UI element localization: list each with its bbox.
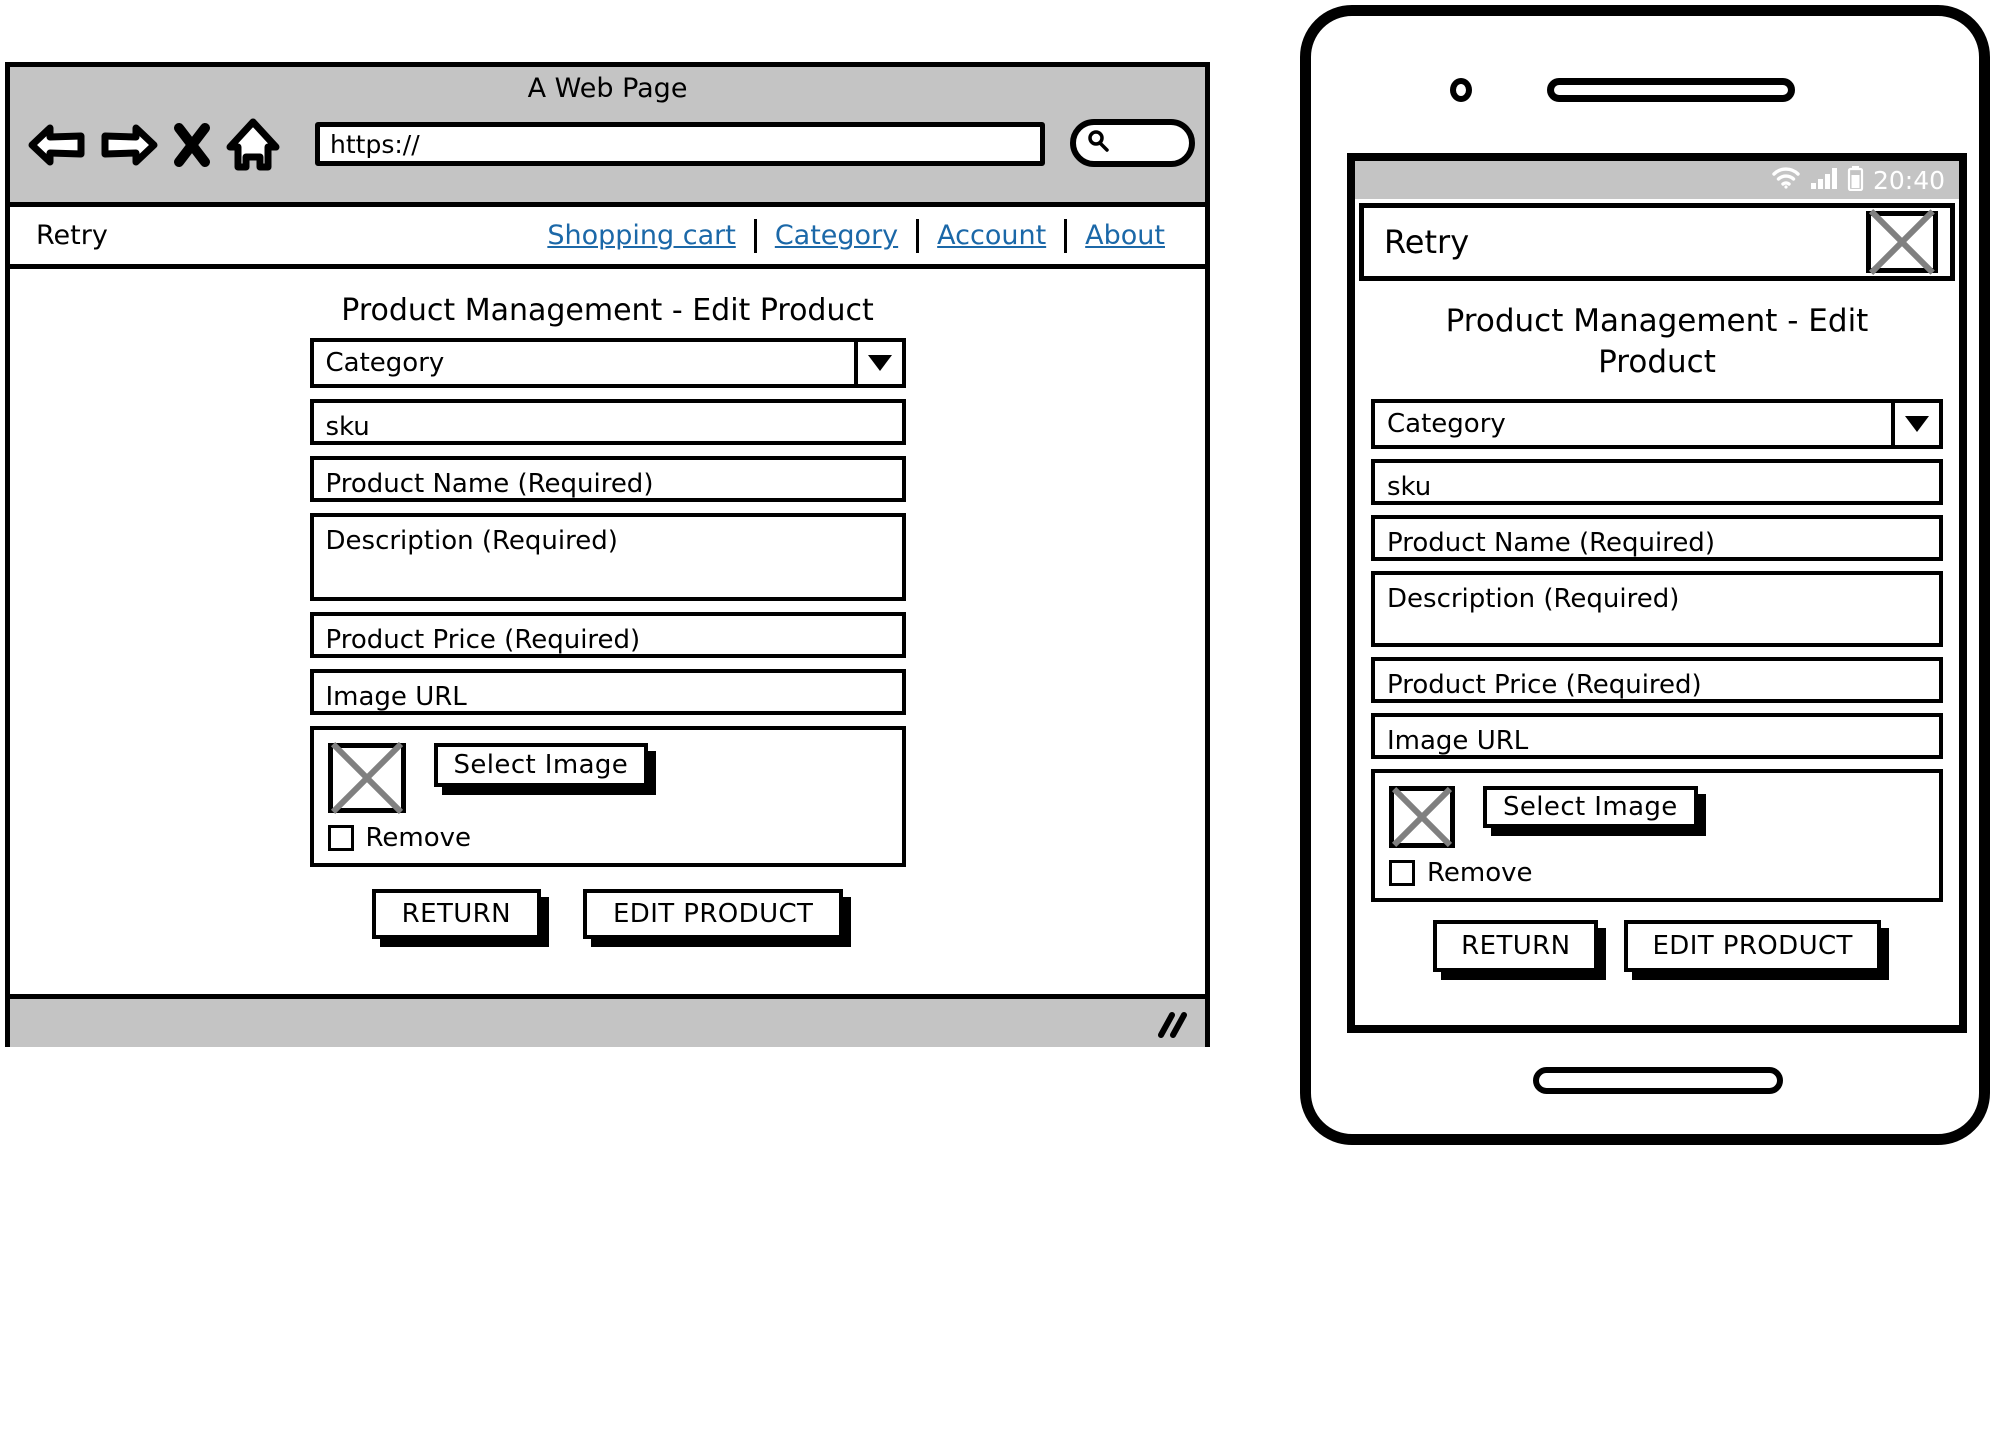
site-nav-links: Shopping cart Category Account About [529, 218, 1183, 253]
product-price-input-placeholder: Product Price (Required) [325, 625, 641, 655]
remove-image-row[interactable]: Remove [1389, 858, 1925, 888]
remove-image-checkbox[interactable] [327, 825, 354, 851]
nav-link-shopping-cart[interactable]: Shopping cart [529, 220, 753, 251]
browser-status-bar [10, 994, 1205, 1047]
product-price-input-placeholder: Product Price (Required) [1387, 669, 1702, 700]
edit-product-button-label: EDIT PRODUCT [612, 899, 814, 929]
close-x-icon[interactable] [172, 119, 212, 175]
product-price-input[interactable]: Product Price (Required) [309, 612, 906, 658]
image-panel-top-row: Select Image [327, 743, 888, 813]
back-arrow-icon[interactable] [28, 119, 86, 175]
product-name-input-placeholder: Product Name (Required) [1387, 527, 1715, 558]
description-textarea[interactable]: Description (Required) [1371, 570, 1943, 647]
remove-image-checkbox[interactable] [1389, 859, 1415, 886]
nav-link-about[interactable]: About [1067, 220, 1183, 251]
return-button[interactable]: RETURN [1433, 919, 1599, 972]
wifi-icon [1771, 166, 1801, 194]
product-price-input[interactable]: Product Price (Required) [1371, 656, 1943, 703]
phone-content: Product Management - Edit Product Catego… [1355, 281, 1959, 972]
category-select[interactable]: Category [309, 338, 906, 388]
phone-clock: 20:40 [1872, 165, 1945, 195]
image-placeholder-icon [327, 743, 406, 813]
form-action-buttons: RETURN EDIT PRODUCT [1371, 919, 1943, 972]
description-textarea[interactable]: Description (Required) [309, 513, 906, 601]
category-select[interactable]: Category [1371, 398, 1943, 449]
category-select-value: Category [314, 342, 858, 384]
image-placeholder-icon [1389, 785, 1455, 848]
home-button-icon[interactable] [1533, 1067, 1783, 1094]
image-panel: Select Image Remove [309, 726, 906, 867]
edit-product-form: Category sku Product Name (Required) Des… [1371, 398, 1943, 972]
sku-input[interactable]: sku [1371, 458, 1943, 505]
sku-input-placeholder: sku [1387, 471, 1432, 502]
select-image-button[interactable]: Select Image [1483, 785, 1698, 828]
page-title: Product Management - Edit Product [341, 293, 874, 328]
camera-dot-icon [1450, 78, 1472, 102]
image-panel: Select Image Remove [1371, 768, 1943, 902]
return-button-label: RETURN [1461, 930, 1571, 961]
form-action-buttons: RETURN EDIT PRODUCT [310, 889, 906, 939]
sku-input[interactable]: sku [309, 399, 906, 445]
browser-chrome: A Web Page https:// [10, 67, 1205, 207]
site-brand[interactable]: Retry [36, 220, 108, 251]
earpiece-speaker-icon [1547, 78, 1795, 102]
address-bar[interactable]: https:// [315, 122, 1045, 166]
chevron-down-icon [1895, 403, 1939, 445]
image-url-input[interactable]: Image URL [309, 669, 906, 715]
select-image-button[interactable]: Select Image [433, 743, 649, 787]
edit-product-form: Category sku Product Name (Required) Des… [309, 338, 906, 939]
browser-nav-controls [28, 117, 280, 177]
image-placeholder-icon[interactable] [1866, 211, 1938, 273]
battery-icon [1847, 165, 1864, 195]
resize-grip-icon[interactable] [1155, 1009, 1189, 1039]
return-button[interactable]: RETURN [371, 889, 541, 939]
page-title: Product Management - Edit Product [1445, 303, 1869, 380]
browser-search-box[interactable] [1070, 119, 1195, 167]
chevron-down-icon [858, 342, 902, 384]
edit-product-button[interactable]: EDIT PRODUCT [1624, 919, 1881, 972]
image-panel-top-row: Select Image [1389, 785, 1925, 848]
description-textarea-placeholder: Description (Required) [1387, 583, 1680, 614]
sku-input-placeholder: sku [325, 412, 370, 442]
return-button-label: RETURN [401, 899, 511, 929]
image-url-input-placeholder: Image URL [325, 682, 467, 712]
image-url-input-placeholder: Image URL [1387, 725, 1529, 756]
remove-image-label: Remove [365, 823, 472, 853]
signal-bars-icon [1810, 166, 1838, 194]
product-name-input[interactable]: Product Name (Required) [1371, 514, 1943, 561]
magnifier-icon [1085, 128, 1111, 158]
phone-device: 20:40 Retry Product Management - Edit Pr… [1300, 5, 1990, 1145]
edit-product-button[interactable]: EDIT PRODUCT [582, 889, 844, 939]
browser-viewport: Retry Shopping cart Category Account Abo… [10, 207, 1205, 1047]
phone-app-bar: Retry [1359, 203, 1955, 281]
browser-window: A Web Page https:// Retry Shopping cart … [5, 62, 1210, 1047]
address-bar-value: https:// [330, 129, 420, 159]
phone-status-bar: 20:40 [1355, 161, 1959, 199]
nav-link-account[interactable]: Account [919, 220, 1064, 251]
select-image-button-label: Select Image [453, 750, 629, 780]
nav-link-category[interactable]: Category [757, 220, 916, 251]
site-navbar: Retry Shopping cart Category Account Abo… [10, 207, 1205, 269]
product-name-input[interactable]: Product Name (Required) [309, 456, 906, 502]
remove-image-row[interactable]: Remove [327, 823, 888, 853]
description-textarea-placeholder: Description (Required) [325, 526, 618, 556]
phone-app-brand[interactable]: Retry [1384, 223, 1469, 261]
edit-product-button-label: EDIT PRODUCT [1652, 930, 1853, 961]
product-name-input-placeholder: Product Name (Required) [325, 469, 654, 499]
category-select-value: Category [1375, 402, 1895, 445]
phone-screen: 20:40 Retry Product Management - Edit Pr… [1347, 153, 1967, 1033]
edit-product-form-area: Product Management - Edit Product Catego… [10, 269, 1205, 974]
select-image-button-label: Select Image [1503, 791, 1678, 822]
forward-arrow-icon[interactable] [100, 119, 158, 175]
home-icon[interactable] [226, 117, 280, 177]
image-url-input[interactable]: Image URL [1371, 712, 1943, 759]
remove-image-label: Remove [1427, 857, 1533, 888]
browser-window-title: A Web Page [527, 73, 688, 104]
